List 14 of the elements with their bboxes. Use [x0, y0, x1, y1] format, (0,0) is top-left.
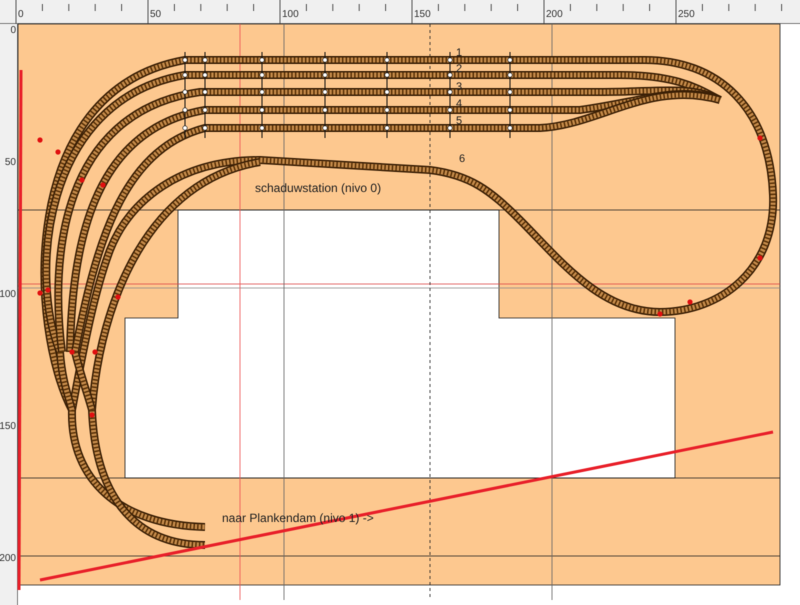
ruler-label: 100	[0, 290, 16, 300]
ruler-label: 250	[678, 10, 695, 20]
ruler-label: 150	[414, 10, 431, 20]
ruler-label: 0	[18, 10, 24, 20]
ruler-label: 50	[4, 158, 16, 168]
ruler-label: 100	[282, 10, 299, 20]
ruler-label: 200	[0, 554, 16, 564]
ruler-label: 150	[0, 422, 16, 432]
track-number: 5	[456, 116, 462, 127]
ruler-label: 200	[546, 10, 563, 20]
ruler-label: 0	[10, 26, 16, 36]
track-number: 6	[459, 154, 466, 165]
ruler-label: 50	[150, 10, 162, 20]
track-number: 1	[456, 48, 462, 59]
